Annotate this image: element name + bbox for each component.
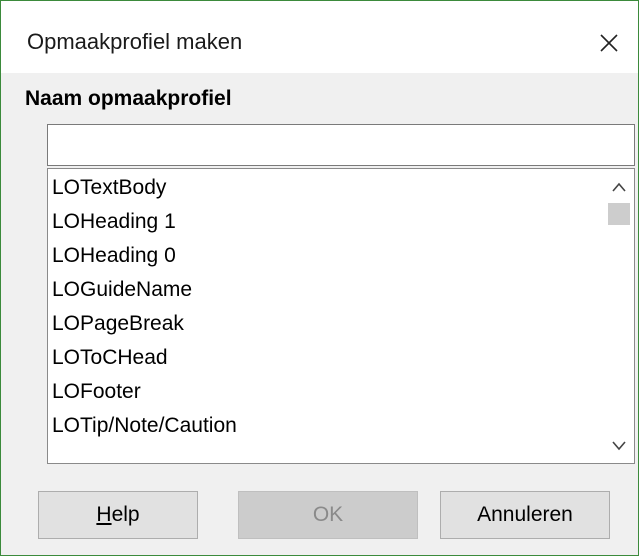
chevron-down-icon[interactable] — [596, 431, 634, 461]
chevron-up-icon[interactable] — [596, 171, 634, 201]
list-item[interactable]: LOTip/Note/Caution — [52, 409, 237, 443]
ok-button[interactable]: OK — [238, 491, 418, 539]
list-item[interactable]: LOHeading 0 — [52, 239, 176, 273]
vertical-scrollbar[interactable] — [596, 169, 634, 463]
cancel-label: Annuleren — [477, 503, 573, 526]
ok-label: OK — [312, 503, 344, 526]
list-item[interactable]: LOGuideName — [52, 273, 192, 307]
create-style-dialog: Opmaakprofiel maken Naam opmaakprofiel L… — [0, 0, 639, 556]
list-item[interactable]: LOHeading 1 — [52, 205, 176, 239]
close-icon[interactable] — [597, 31, 621, 55]
cancel-button[interactable]: Annuleren — [440, 491, 610, 539]
help-label: elp — [111, 503, 140, 526]
list-item[interactable]: LOToCHead — [52, 341, 168, 375]
style-name-label: Naam opmaakprofiel — [25, 87, 232, 110]
list-item[interactable]: LOFooter — [52, 375, 141, 409]
style-name-input[interactable] — [47, 124, 635, 166]
list-item[interactable]: LOPageBreak — [52, 307, 184, 341]
list-item[interactable]: LOTextBody — [52, 171, 166, 205]
help-button[interactable]: Help — [38, 491, 198, 539]
styles-listbox[interactable]: LOTextBody LOHeading 1 LOHeading 0 LOGui… — [47, 168, 635, 464]
title-bar: Opmaakprofiel maken — [1, 1, 638, 73]
help-mnemonic: H — [96, 503, 112, 526]
dialog-title: Opmaakprofiel maken — [27, 29, 243, 54]
scrollbar-thumb[interactable] — [608, 203, 630, 225]
